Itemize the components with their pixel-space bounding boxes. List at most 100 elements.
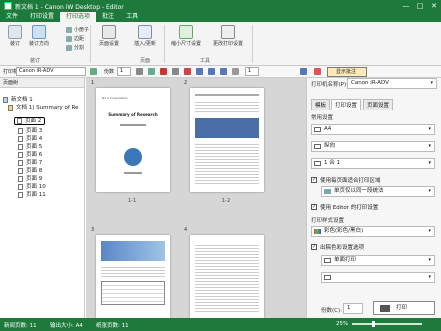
- printer-name-select[interactable]: Canon iR-ADV ▾: [347, 78, 437, 89]
- undo-icon[interactable]: [208, 68, 215, 75]
- page2-text-block: [195, 142, 259, 186]
- insert-update-label: 插入/更新: [134, 41, 156, 47]
- extra-select[interactable]: ▾: [321, 272, 435, 283]
- portrait-icon: [314, 144, 321, 149]
- chevron-down-icon: ▾: [428, 126, 431, 132]
- minimize-button[interactable]: —: [399, 2, 413, 10]
- page-setup-button[interactable]: 页面设置: [94, 25, 124, 47]
- maximize-button[interactable]: □: [413, 2, 427, 10]
- tool-icon[interactable]: [172, 68, 179, 75]
- binding-direction-button[interactable]: 装订方向: [28, 25, 50, 47]
- tab-print-settings[interactable]: 打印设置: [331, 99, 362, 110]
- tree-document-1[interactable]: 文档 1) Summary of Re: [8, 104, 78, 112]
- page2-photo: [195, 118, 259, 138]
- page-caption-1: 1-1: [128, 198, 137, 204]
- printer-select[interactable]: Canon iR-ADV: [16, 67, 86, 76]
- color-icon: [314, 229, 321, 234]
- close-button[interactable]: ✕: [427, 2, 441, 10]
- duplex-select[interactable]: 单面打印 ▾: [321, 255, 435, 266]
- booklet-small-button[interactable]: 小册子: [66, 26, 89, 33]
- menu-tab-print-options[interactable]: 打印选项: [60, 12, 97, 22]
- insert-update-button[interactable]: 插入/更新: [130, 25, 160, 47]
- app-icon: [4, 2, 12, 10]
- paper-icon: [314, 127, 321, 132]
- menu-tab-annotations[interactable]: 批注: [96, 12, 120, 22]
- page-thumbnail-4[interactable]: [190, 235, 264, 318]
- fit-print-area-checkbox[interactable]: ✓ 使用每页面适合打印区域: [311, 176, 381, 184]
- show-annotations-toggle[interactable]: 显示批注: [327, 67, 367, 77]
- page-number-3: 3: [91, 227, 95, 233]
- page2-text-block: [195, 100, 259, 114]
- printer-icon[interactable]: [90, 68, 97, 75]
- tree-page-5[interactable]: 页面 5: [18, 143, 42, 151]
- status-sheet-count: 纸张页数: 11: [96, 323, 129, 329]
- split-button[interactable]: 分割: [66, 44, 84, 51]
- page-number-2: 2: [184, 80, 188, 86]
- color-options-checkbox[interactable]: ✓ 出稿色彩设置选项: [311, 243, 364, 251]
- status-output-size: 输出大小: A4: [50, 323, 83, 329]
- single-sided-icon: [324, 258, 331, 263]
- zoom-slider-thumb[interactable]: [372, 321, 375, 327]
- tree-page-11[interactable]: 页面 11: [18, 191, 46, 199]
- tree-page-4[interactable]: 页面 4: [18, 135, 42, 143]
- status-total-pages: 新闻页数: 11: [4, 323, 37, 329]
- page1-text-line: [124, 172, 142, 174]
- page-preview-area[interactable]: 1 2 No.0 Corporation Summary of Research…: [86, 78, 306, 318]
- page-thumbnail-3[interactable]: [96, 235, 170, 318]
- zoom-slider[interactable]: [352, 323, 422, 325]
- booklet-icon: [8, 25, 22, 39]
- page-input[interactable]: 1: [245, 67, 259, 76]
- shrink-settings-button[interactable]: 缩小尺寸设置: [168, 25, 204, 47]
- tree-page-8[interactable]: 页面 8: [18, 167, 42, 175]
- print-button[interactable]: 打印: [373, 301, 435, 315]
- tree-page-2[interactable]: 页面 2: [14, 117, 46, 125]
- tab-template[interactable]: 模板: [311, 99, 331, 110]
- booklet-label: 装订: [9, 41, 20, 47]
- flag-icon[interactable]: [300, 68, 307, 75]
- delete-icon[interactable]: [160, 68, 167, 75]
- copies-input[interactable]: 1: [117, 67, 131, 76]
- page-number-4: 4: [184, 227, 188, 233]
- booklet-button[interactable]: 装订: [4, 25, 26, 47]
- page-icon: [18, 184, 23, 190]
- ribbon: 装订 装订方向 小册子 边距 分割 装订 页面设置 插入/更新 页面 缩小尺寸设…: [0, 22, 441, 66]
- menu-tab-file[interactable]: 文件: [0, 12, 24, 22]
- use-editor-settings-checkbox[interactable]: ✓ 使用 Editor 的打印设置: [311, 203, 378, 211]
- page-thumbnail-1[interactable]: No.0 Corporation Summary of Research: [96, 88, 170, 192]
- tab-page-settings[interactable]: 页面设置: [363, 99, 394, 110]
- nup-select[interactable]: 1 合 1 ▾: [311, 158, 435, 169]
- menu-tab-print-settings[interactable]: 打印设置: [24, 12, 60, 22]
- page3-photo: [101, 241, 165, 261]
- print-icon[interactable]: [136, 68, 143, 75]
- settings-icon[interactable]: [232, 68, 239, 75]
- orientation-select[interactable]: 纵向 ▾: [311, 141, 435, 152]
- redo-icon[interactable]: [220, 68, 227, 75]
- menu-tab-tools[interactable]: 工具: [120, 12, 144, 22]
- margin-icon: [66, 35, 72, 42]
- tree-page-6[interactable]: 页面 6: [18, 151, 42, 159]
- copies-label: 份数(C):: [321, 308, 342, 314]
- chevron-down-icon: ▾: [428, 160, 431, 166]
- page-thumbnail-2[interactable]: [190, 88, 264, 192]
- tree-page-9[interactable]: 页面 9: [18, 175, 42, 183]
- cut-icon[interactable]: [184, 68, 191, 75]
- copy-icon[interactable]: [196, 68, 203, 75]
- paper-size-select[interactable]: A4 ▾: [311, 124, 435, 135]
- tree-page-10[interactable]: 页面 10: [18, 183, 46, 191]
- print-settings-panel: 打印机名称(P): Canon iR-ADV ▾ 模板 打印设置 页面设置 常用…: [306, 78, 441, 318]
- green-icon[interactable]: [148, 68, 155, 75]
- copies-input[interactable]: 1: [343, 303, 363, 314]
- page-icon: [18, 176, 23, 182]
- page1-logo: [124, 148, 142, 166]
- change-print-settings-button[interactable]: 更改打印设置: [208, 25, 248, 47]
- group-label-tools: 工具: [200, 58, 211, 64]
- tree-page-3[interactable]: 页面 3: [18, 127, 42, 135]
- color-mode-select[interactable]: 彩色(彩色/黑白) ▾: [311, 226, 435, 237]
- margin-button[interactable]: 边距: [66, 35, 84, 42]
- page-tree-header: 页面树: [0, 78, 84, 88]
- binding-select[interactable]: 单页仅以同一段统法 ▾: [321, 186, 435, 197]
- tree-page-7[interactable]: 页面 7: [18, 159, 42, 167]
- annotation-icon[interactable]: [314, 68, 321, 75]
- tree-root[interactable]: 新文档 1: [3, 96, 33, 104]
- toolbar: 打印机 Canon iR-ADV 份数 1 1 显示批注: [0, 66, 441, 78]
